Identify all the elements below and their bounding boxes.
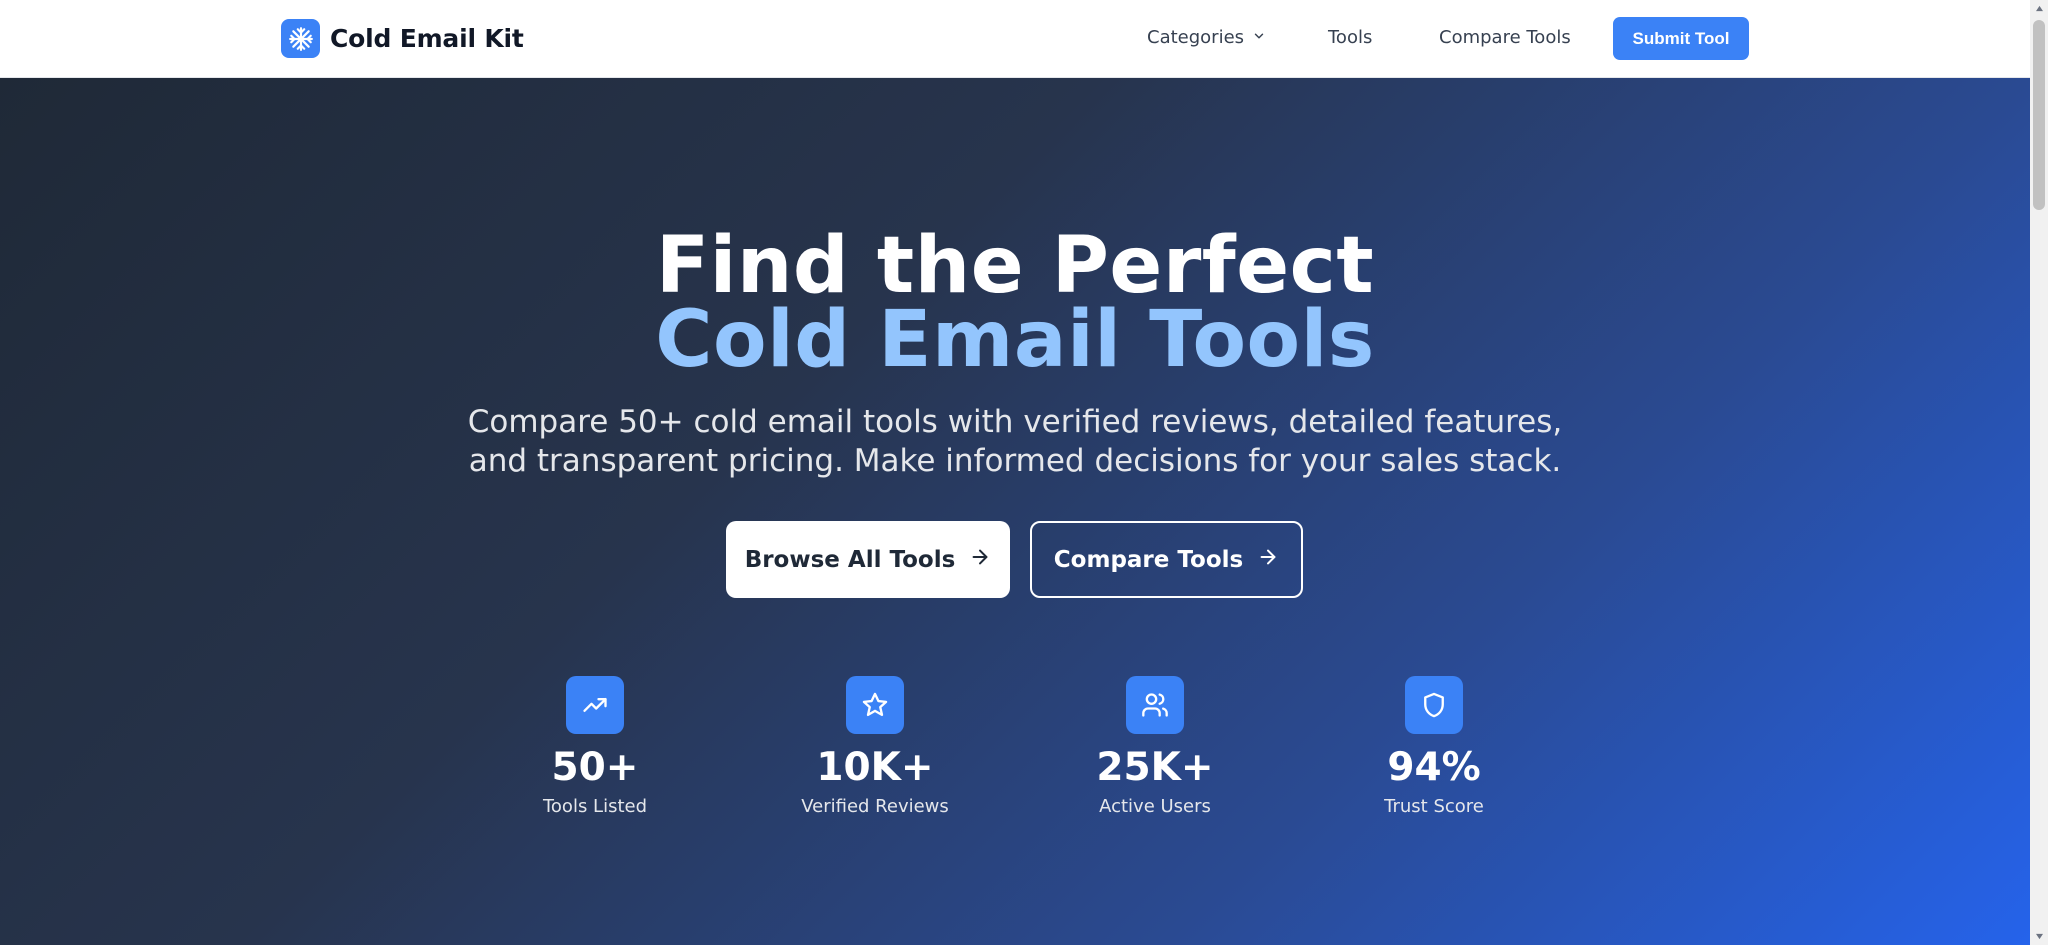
hero-section: Find the Perfect Cold Email Tools Compar… (0, 78, 2030, 945)
stat-label: Trust Score (1384, 796, 1484, 817)
stat-trust-score: 94% Trust Score (1334, 676, 1534, 818)
hero-title: Find the Perfect (655, 221, 1375, 311)
stat-value: 94% (1387, 745, 1481, 790)
stat-tools-listed: 50+ Tools Listed (495, 676, 695, 818)
scroll-up-icon[interactable] (2030, 0, 2048, 17)
stat-label: Active Users (1099, 796, 1211, 817)
scrollbar-thumb[interactable] (2033, 20, 2045, 210)
trending-up-icon (566, 676, 624, 734)
arrow-right-icon (969, 546, 991, 574)
compare-tools-label: Compare Tools (1053, 546, 1244, 573)
stat-active-users: 25K+ Active Users (1055, 676, 1255, 818)
chevron-down-icon (1252, 27, 1266, 48)
arrow-right-icon (1257, 546, 1279, 574)
users-icon (1126, 676, 1184, 734)
site-header: Cold Email Kit Categories Tools Compare … (0, 0, 2030, 78)
compare-tools-button[interactable]: Compare Tools (1030, 521, 1303, 598)
nav-tools-label: Tools (1328, 27, 1373, 48)
stat-value: 10K+ (816, 745, 934, 790)
stat-value: 50+ (551, 745, 639, 790)
logo-link[interactable]: Cold Email Kit (281, 19, 524, 58)
logo-text: Cold Email Kit (330, 24, 524, 53)
scroll-down-icon[interactable] (2030, 928, 2048, 945)
stat-label: Verified Reviews (801, 796, 949, 817)
hero-subtitle: Compare 50+ cold email tools with verifi… (467, 404, 1563, 479)
stat-verified-reviews: 10K+ Verified Reviews (775, 676, 975, 818)
hero-title-accent: Cold Email Tools (655, 295, 1375, 385)
nav-compare-label: Compare Tools (1439, 27, 1571, 48)
nav-tools[interactable]: Tools (1328, 27, 1372, 48)
page-scrollbar[interactable] (2030, 0, 2048, 945)
submit-tool-button[interactable]: Submit Tool (1613, 17, 1749, 60)
stat-label: Tools Listed (542, 796, 648, 817)
nav-categories-label: Categories (1147, 27, 1245, 48)
shield-icon (1405, 676, 1463, 734)
snowflake-icon (281, 19, 320, 58)
browse-all-tools-button[interactable]: Browse All Tools (726, 521, 1010, 598)
browse-all-tools-label: Browse All Tools (744, 546, 956, 573)
star-icon (846, 676, 904, 734)
nav-compare-tools[interactable]: Compare Tools (1439, 27, 1571, 48)
stat-value: 25K+ (1096, 745, 1214, 790)
nav-categories[interactable]: Categories (1147, 27, 1266, 48)
page: Cold Email Kit Categories Tools Compare … (0, 0, 2048, 945)
